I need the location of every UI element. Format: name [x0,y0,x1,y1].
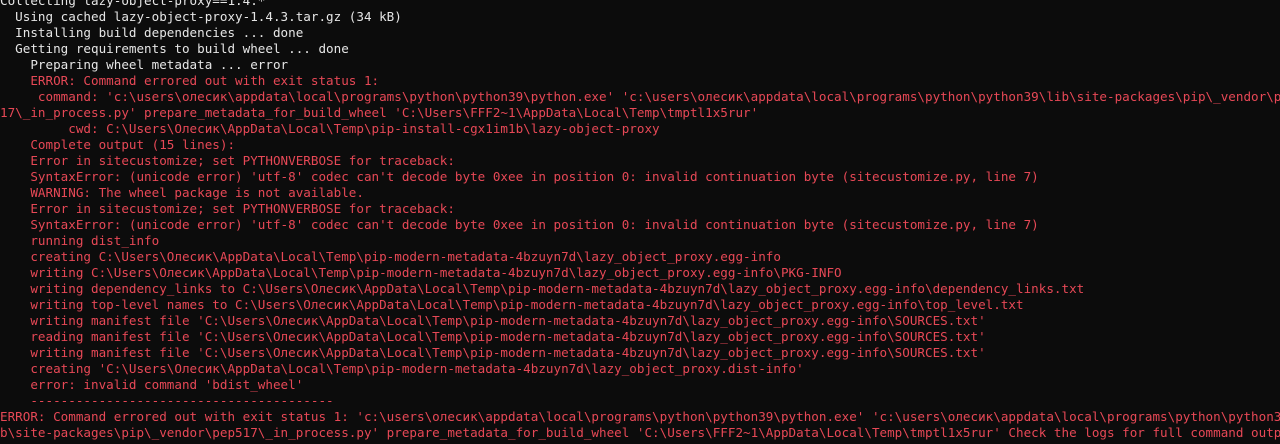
output-line: Preparing wheel metadata ... error [0,57,289,72]
error-output-line: ---------------------------------------- [0,393,334,408]
error-output-line: creating C:\Users\Олесик\AppData\Local\T… [0,249,781,264]
error-output-line: b\site-packages\pip\_vendor\pep517\_in_p… [0,425,1280,440]
error-output-line: SyntaxError: (unicode error) 'utf-8' cod… [0,169,1039,184]
error-output-line: reading manifest file 'C:\Users\Олесик\A… [0,329,986,344]
error-output-line: ERROR: Command errored out with exit sta… [0,73,380,88]
error-output-line: writing dependency_links to C:\Users\Оле… [0,281,1085,296]
error-output-line: command: 'c:\users\олесик\appdata\local\… [0,89,1280,104]
output-line: Installing build dependencies ... done [0,25,304,40]
error-output-line: Complete output (15 lines): [0,137,236,152]
error-output-line: ERROR: Command errored out with exit sta… [0,409,1280,424]
output-line: Collecting lazy-object-proxy==1.4.* [0,0,266,8]
error-output-line: creating 'C:\Users\Олесик\AppData\Local\… [0,361,804,376]
output-line: Using cached lazy-object-proxy-1.4.3.tar… [0,9,402,24]
terminal-window[interactable]: Collecting lazy-object-proxy==1.4.* Usin… [0,0,1280,444]
error-output-line: Error in sitecustomize; set PYTHONVERBOS… [0,153,455,168]
error-output-line: error: invalid command 'bdist_wheel' [0,377,304,392]
error-output-line: SyntaxError: (unicode error) 'utf-8' cod… [0,217,1039,232]
output-line: Getting requirements to build wheel ... … [0,41,349,56]
error-output-line: Error in sitecustomize; set PYTHONVERBOS… [0,201,455,216]
error-output-line: WARNING: The wheel package is not availa… [0,185,364,200]
error-output-line: writing manifest file 'C:\Users\Олесик\A… [0,345,986,360]
error-output-line: writing C:\Users\Олесик\AppData\Local\Te… [0,265,842,280]
error-output-line: writing top-level names to C:\Users\Олес… [0,297,1024,312]
error-output-line: writing manifest file 'C:\Users\Олесик\A… [0,313,986,328]
error-output-line: 17\_in_process.py' prepare_metadata_for_… [0,105,759,120]
terminal-output: Collecting lazy-object-proxy==1.4.* Usin… [0,0,1280,441]
error-output-line: running dist_info [0,233,160,248]
error-output-line: cwd: C:\Users\Олесик\AppData\Local\Temp\… [0,121,660,136]
